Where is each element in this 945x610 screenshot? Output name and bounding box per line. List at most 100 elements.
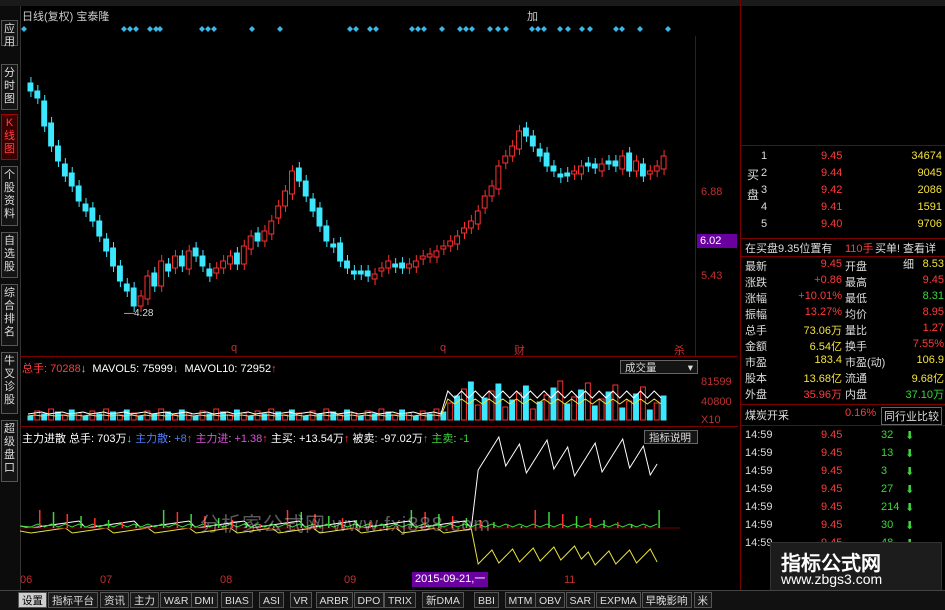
chart-area[interactable]: 日线(复权) 宝泰隆 加 6.88 6.02 5.43 —4.28 q q 财 … [20, 6, 738, 581]
candle-body [653, 165, 660, 172]
tab-sar[interactable]: SAR [565, 592, 596, 608]
event-diamond-icon [565, 26, 571, 32]
candle-body [516, 130, 522, 150]
arrow-down-icon: ⬇ [905, 430, 915, 442]
tab-bbi[interactable]: BBI [474, 592, 499, 608]
tab-bias[interactable]: BIAS [221, 592, 253, 608]
quote-value: +10.01% [798, 290, 842, 302]
quote-row: 市盈 183.4 市盈(动) 106.9 [741, 354, 945, 370]
volume-bar [350, 412, 357, 421]
indicator-help-button[interactable]: 指标说明 [644, 430, 698, 444]
candle-body [144, 275, 151, 300]
volume-bar [405, 412, 412, 421]
candle-body [330, 243, 337, 248]
volume-bar [529, 408, 536, 421]
candle-body [268, 220, 275, 235]
tab-[interactable]: 资讯 [100, 592, 129, 608]
current-price-tag: 6.02 [697, 234, 737, 248]
level-number: 4 [761, 201, 768, 213]
quote-row: 金额 6.54亿 换手 7.55% [741, 338, 945, 354]
quote-label: 外盘 [745, 389, 767, 401]
candle-body [61, 163, 68, 177]
tab-[interactable]: 米 [693, 592, 712, 608]
volume-bar [578, 389, 584, 421]
tab-asi[interactable]: ASI [259, 592, 284, 608]
tab-dma[interactable]: 新DMA [422, 592, 464, 608]
volume-bar [454, 395, 461, 421]
candle-body [426, 253, 433, 258]
tab-[interactable]: 主力 [130, 592, 159, 608]
volume-bar [75, 412, 82, 421]
candle-body [433, 250, 440, 258]
tab-dmi[interactable]: DMI [190, 592, 218, 608]
candle-body [364, 270, 371, 277]
nav-intraday[interactable]: 分时图 [1, 64, 18, 110]
quote-value: 8.31 [922, 290, 944, 302]
tab-[interactable]: 设置 [18, 592, 47, 608]
tick-row: 14:59 9.45 27 ⬇ [741, 483, 945, 499]
candle-body [323, 225, 330, 242]
tab-arbr[interactable]: ARBR [315, 592, 353, 608]
candle-body [220, 260, 227, 269]
candle-body [474, 210, 481, 225]
nav-ranking[interactable]: 综合排名 [1, 284, 18, 346]
price-tick-3: 5.43 [701, 270, 723, 282]
volume-bar [660, 395, 667, 421]
candle-body [488, 185, 495, 197]
candle-body [27, 82, 34, 92]
candle-body [55, 145, 61, 162]
candle-body [543, 152, 550, 167]
candle-body [247, 235, 254, 250]
nav-kline[interactable]: K线图 [1, 114, 18, 160]
left-nav: 应用 分时图 K线图 个股资料 自选股 综合排名 牛叉诊股 超级盘口 [0, 6, 21, 590]
tab-dpo[interactable]: DPO [353, 592, 385, 608]
candle-body [522, 127, 529, 137]
candle-body [660, 155, 667, 170]
tick-row: 14:59 9.45 30 ⬇ [741, 519, 945, 535]
nav-stock-info[interactable]: 个股资料 [1, 166, 18, 226]
candle-body [240, 245, 247, 265]
candle-body [357, 270, 364, 275]
tab-mtm[interactable]: MTM [504, 592, 537, 608]
candle-body [275, 205, 282, 219]
volume-bar [247, 415, 254, 421]
tab-[interactable]: 指标平台 [48, 592, 98, 608]
tab-expma[interactable]: EXPMA [596, 592, 641, 608]
tab-[interactable]: 早晚影响 [641, 592, 692, 608]
candle-body [405, 263, 412, 269]
industry-compare-button[interactable]: 同行业比较 [881, 407, 942, 425]
tab-vr[interactable]: VR [289, 592, 313, 608]
sector-row: 煤炭开采 0.16% 同行业比较 [741, 407, 945, 425]
candle-body [578, 165, 584, 175]
volume-dropdown[interactable]: 成交量 ▾ [620, 360, 698, 374]
nav-diagnosis[interactable]: 牛叉诊股 [1, 352, 18, 414]
candle-body [96, 220, 103, 237]
event-diamond-icon [665, 26, 671, 32]
orderbook-row: 1 9.45 34674 [741, 150, 945, 166]
nav-app[interactable]: 应用 [1, 20, 18, 48]
event-diamond-icon [21, 26, 27, 32]
quote-value: 9.45 [820, 258, 842, 270]
buy-order-button[interactable]: 买单! [875, 240, 900, 256]
volume-bar [48, 408, 55, 421]
event-diamond-icon [637, 26, 643, 32]
tab-trix[interactable]: TRIX [384, 592, 416, 608]
nav-watchlist[interactable]: 自选股 [1, 232, 18, 278]
candle-body [619, 155, 626, 170]
indicator-separator [20, 426, 738, 427]
nav-super-panel[interactable]: 超级盘口 [1, 420, 18, 482]
tab-wr[interactable]: W&R [160, 592, 193, 608]
event-diamond-icon [415, 26, 421, 32]
event-diamond-icon [439, 26, 445, 32]
chart-svg[interactable] [20, 6, 738, 581]
tab-obv[interactable]: OBV [535, 592, 566, 608]
orderbook-row: 4 9.41 1591 [741, 201, 945, 217]
event-diamond-icon [587, 26, 593, 32]
date-tick: 09 [344, 574, 357, 586]
event-diamond-icon [205, 26, 211, 32]
quote-label: 市盈(动) [845, 357, 886, 369]
candle-body [185, 250, 192, 270]
arrow-down-icon: ⬇ [905, 520, 915, 532]
event-diamond-icon [535, 26, 541, 32]
quote-row: 股本 13.68亿 流通 9.68亿 [741, 370, 945, 386]
